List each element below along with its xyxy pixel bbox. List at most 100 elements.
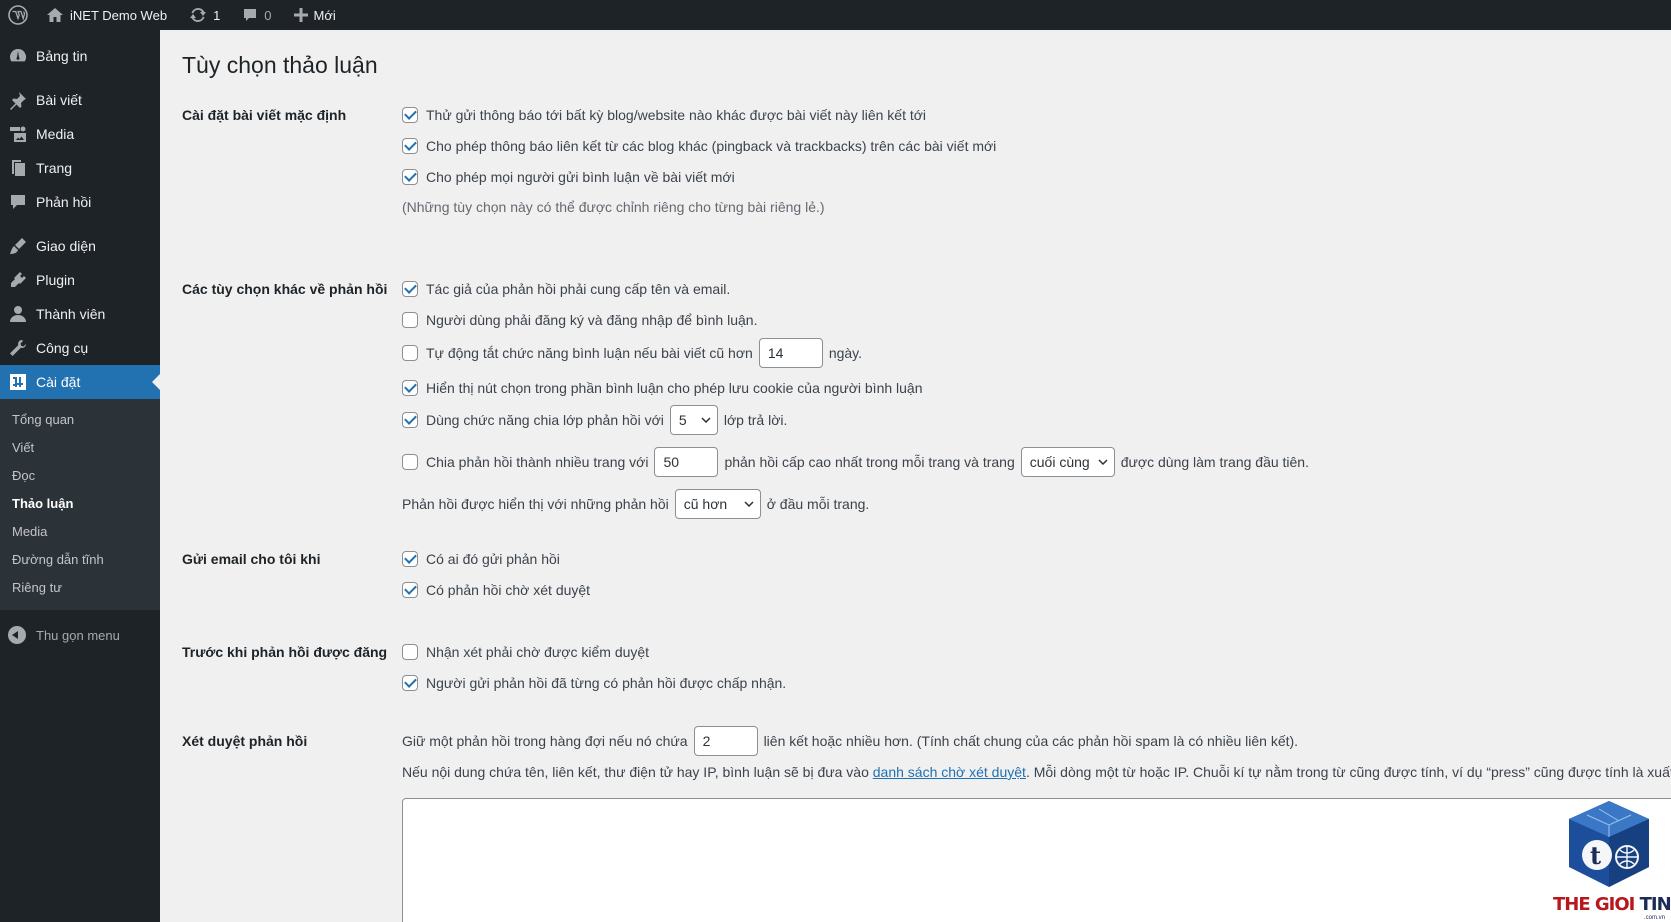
user-icon [10,306,26,322]
thread-depth-select[interactable]: 5 [669,405,718,435]
new-label: Mới [313,7,336,23]
require-name-email-checkbox[interactable] [402,281,418,297]
submenu-item-writing[interactable]: Viết [0,434,160,462]
moderation-keys-textarea[interactable] [402,798,1671,922]
plus-icon [293,8,308,22]
comments-count: 0 [264,7,272,23]
settings-submenu: Tổng quan Viết Đọc Thảo luận Media Đường… [0,399,160,610]
pin-icon [10,92,26,110]
allow-pingbacks-checkbox[interactable] [402,138,418,154]
new-content-link[interactable]: Mới [286,0,344,30]
option-label: Thử gửi thông báo tới bất kỳ blog/websit… [426,107,927,123]
option-label: Hiển thị nút chọn trong phần bình luận c… [426,380,923,396]
moderation-queue-link[interactable]: danh sách chờ xét duyệt [873,764,1026,780]
option-row: Nhận xét phải chờ được kiểm duyệt [402,641,649,663]
submenu-item-reading[interactable]: Đọc [0,462,160,490]
option-row: Người dùng phải đăng ký và đăng nhập để … [402,309,757,331]
pingback-notify-checkbox[interactable] [402,107,418,123]
admin-sidebar: Bảng tin Bài viết Media Trang Phản hồi G… [0,30,160,922]
sidebar-item-label: Giao diện [36,238,96,254]
option-row: Dùng chức năng chia lớp phản hồi với 5 l… [402,404,787,436]
option-row: Giữ một phản hồi trong hàng đợi nếu nó c… [402,725,1298,757]
dashboard-icon [10,48,27,62]
chevron-down-icon [701,417,711,423]
default-comments-page-select[interactable]: cuối cùng [1020,447,1115,477]
option-label: Cho phép mọi người gửi bình luận về bài … [426,169,735,185]
comment-moderation-checkbox[interactable] [402,644,418,660]
option-row: Có phản hồi chờ xét duyệt [402,579,590,601]
main-content: Tùy chọn thảo luận Cài đặt bài viết mặc … [160,30,1671,922]
sidebar-item-label: Plugin [36,272,75,288]
sidebar-item-label: Công cụ [36,340,89,356]
updates-icon [190,8,207,22]
updates-link[interactable]: 1 [181,0,228,30]
option-row: Tự động tắt chức năng bình luận nếu bài … [402,337,862,369]
comment-previously-approved-checkbox[interactable] [402,675,418,691]
comment-order-select[interactable]: cũ hơn [674,489,761,519]
option-row: Hiển thị nút chọn trong phần bình luận c… [402,377,923,399]
option-row: Người gửi phản hồi đã từng có phản hồi đ… [402,672,786,694]
option-label: Tác giả của phản hồi phải cung cấp tên v… [426,281,731,297]
sidebar-item-label: Bài viết [36,92,82,108]
sidebar-item-label: Cài đặt [36,374,81,390]
svg-text:t: t [1590,841,1601,870]
watermark-brand: THE GIOI TINHOC [1553,894,1671,915]
close-comments-days-input[interactable]: 14 [758,338,823,368]
brush-icon [10,238,26,254]
watermark-logo: t THE GIOI TINHOC .com.vn [1547,795,1671,922]
submenu-item-media[interactable]: Media [0,518,160,546]
collapse-arrow-icon [8,626,26,644]
allow-comments-checkbox[interactable] [402,169,418,185]
submenu-item-discussion[interactable]: Thảo luận [0,490,160,518]
option-label: Có ai đó gửi phản hồi [426,551,560,567]
option-description: (Những tùy chọn này có thể được chỉnh ri… [402,199,825,215]
cookies-opt-in-checkbox[interactable] [402,380,418,396]
comments-link[interactable]: 0 [234,0,279,30]
sidebar-item-posts[interactable]: Bài viết [0,83,160,117]
moderation-notify-checkbox[interactable] [402,582,418,598]
sidebar-item-dashboard[interactable]: Bảng tin [0,39,160,73]
collapse-menu-button[interactable]: Thu gọn menu [0,618,160,652]
watermark-domain: .com.vn [1643,915,1665,921]
submenu-item-general[interactable]: Tổng quan [0,406,160,434]
sidebar-item-plugins[interactable]: Plugin [0,263,160,297]
close-comments-checkbox[interactable] [402,345,418,361]
sidebar-item-media[interactable]: Media [0,117,160,151]
require-registration-checkbox[interactable] [402,312,418,328]
site-name-link[interactable]: iNET Demo Web [38,0,175,30]
section-label: Xét duyệt phản hồi [182,733,308,749]
sidebar-item-users[interactable]: Thành viên [0,297,160,331]
option-label: Nếu nội dung chứa tên, liên kết, thư điệ… [402,764,869,780]
admin-bar: iNET Demo Web 1 0 Mới [0,0,1671,30]
select-value: cũ hơn [683,496,728,512]
media-icon [10,126,26,142]
comments-notify-checkbox[interactable] [402,551,418,567]
sidebar-item-label: Bảng tin [36,48,88,64]
max-links-input[interactable]: 2 [693,726,758,756]
sidebar-item-settings[interactable]: Cài đặt [0,365,160,399]
paginate-comments-checkbox[interactable] [402,454,418,470]
section-label: Các tùy chọn khác về phản hồi [182,281,388,297]
select-value: cuối cùng [1029,454,1090,470]
option-label: phản hồi cấp cao nhất trong mỗi trang và… [724,454,1015,470]
comment-icon [11,195,25,209]
sidebar-item-tools[interactable]: Công cụ [0,331,160,365]
option-label: ngày. [828,345,863,361]
option-row: Chia phản hồi thành nhiều trang với 50 p… [402,446,1309,478]
sidebar-item-label: Trang [36,160,73,176]
wordpress-logo-icon[interactable] [0,0,38,30]
option-label: Người gửi phản hồi đã từng có phản hồi đ… [426,675,787,691]
comments-per-page-input[interactable]: 50 [654,447,719,477]
tinhoc-cube-logo-icon: t [1569,801,1649,887]
sidebar-item-comments[interactable]: Phản hồi [0,185,160,219]
submenu-item-permalinks[interactable]: Đường dẫn tĩnh [0,546,160,574]
submenu-item-privacy[interactable]: Riêng tư [0,574,160,602]
updates-count: 1 [213,7,221,23]
plugin-icon [11,272,26,287]
option-label: Chia phản hồi thành nhiều trang với [426,454,649,470]
sidebar-item-pages[interactable]: Trang [0,151,160,185]
option-row: Cho phép thông báo liên kết từ các blog … [402,135,996,157]
sidebar-item-appearance[interactable]: Giao diện [0,229,160,263]
thread-comments-checkbox[interactable] [402,412,418,428]
sidebar-item-label: Media [36,126,75,142]
